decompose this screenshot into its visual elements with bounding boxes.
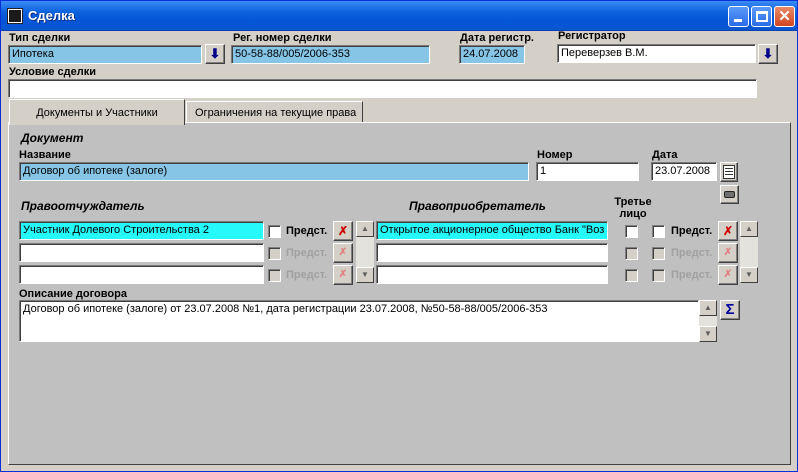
calendar-icon: [723, 165, 735, 179]
maximize-icon: [756, 11, 768, 22]
alienator-field-3[interactable]: [19, 265, 264, 284]
registrar-field[interactable]: Переверзев В.М.: [557, 44, 756, 63]
reg-number-label: Рег. номер сделки: [233, 32, 332, 44]
acquirer-representative-label-3: Предст.: [671, 269, 713, 281]
remove-icon: ✗: [723, 247, 733, 258]
doc-number-field[interactable]: 1: [536, 162, 639, 181]
description-field[interactable]: Договор об ипотеке (залоге) от 23.07.200…: [19, 300, 699, 342]
scroll-up-icon[interactable]: ▲: [356, 221, 374, 237]
alienator-field-1[interactable]: Участник Долевого Строительства 2: [19, 221, 264, 240]
minimize-button[interactable]: [728, 6, 749, 27]
close-icon: ✕: [778, 8, 791, 25]
doc-name-field[interactable]: Договор об ипотеке (залоге): [19, 162, 529, 181]
sum-button[interactable]: Σ: [720, 300, 740, 320]
acquirer-representative-checkbox-1[interactable]: [652, 225, 665, 238]
acquirer-scrollbar[interactable]: ▲ ▼: [740, 221, 758, 283]
alienator-field-2[interactable]: [19, 243, 264, 262]
acquirer-representative-checkbox-3[interactable]: [652, 269, 665, 282]
remove-icon: ✗: [723, 269, 733, 280]
download-arrow-icon: ⬇: [209, 46, 221, 61]
remove-icon: ✗: [338, 247, 348, 258]
title-bar[interactable]: Сделка ✕: [1, 1, 797, 31]
doc-date-label: Дата: [652, 149, 678, 161]
acquirer-field-3[interactable]: [376, 265, 608, 284]
deal-window: Сделка ✕ Тип сделки Ипотека ⬇ Рег. номер…: [0, 0, 798, 472]
tab-panel: Документ Название Договор об ипотеке (за…: [8, 122, 791, 465]
scroll-up-icon[interactable]: ▲: [740, 221, 758, 237]
scroll-down-icon[interactable]: ▼: [740, 267, 758, 283]
registrar-dropdown-button[interactable]: ⬇: [758, 44, 778, 64]
acquirer-remove-button-3[interactable]: ✗: [718, 265, 738, 285]
remove-icon: ✗: [337, 224, 349, 238]
maximize-button[interactable]: [751, 6, 772, 27]
reg-number-field[interactable]: 50-58-88/005/2006-353: [231, 45, 430, 64]
description-scrollbar[interactable]: ▲ ▼: [699, 300, 717, 342]
alienator-representative-checkbox-3[interactable]: [268, 269, 281, 282]
deal-type-label: Тип сделки: [9, 32, 71, 44]
registrar-label: Регистратор: [558, 30, 626, 42]
document-section-label: Документ: [21, 131, 84, 145]
third-party-label: Третье лицо: [614, 196, 652, 220]
deal-type-dropdown-button[interactable]: ⬇: [205, 44, 225, 64]
minimize-icon: [734, 19, 742, 22]
third-party-checkbox-3[interactable]: [625, 269, 638, 282]
acquirer-representative-label-1: Предст.: [671, 225, 713, 237]
alienator-representative-label-1: Предст.: [286, 225, 328, 237]
alienator-label: Правоотчуждатель: [21, 199, 145, 213]
remove-icon: ✗: [722, 224, 734, 238]
app-icon: [7, 8, 23, 24]
doc-date-field[interactable]: 23.07.2008: [651, 162, 717, 181]
alienator-representative-label-3: Предст.: [286, 269, 328, 281]
reg-date-field[interactable]: 24.07.2008: [459, 45, 525, 64]
alienator-remove-button-2[interactable]: ✗: [333, 243, 353, 263]
deal-type-field[interactable]: Ипотека: [8, 45, 202, 64]
acquirer-label: Правоприобретатель: [409, 199, 546, 213]
alienator-scrollbar[interactable]: ▲ ▼: [356, 221, 374, 283]
acquirer-representative-label-2: Предст.: [671, 247, 713, 259]
doc-name-label: Название: [19, 149, 71, 161]
acquirer-field-2[interactable]: [376, 243, 608, 262]
description-label: Описание договора: [19, 288, 127, 300]
tab-documents-participants[interactable]: Документы и Участники: [9, 99, 185, 125]
alienator-representative-label-2: Предст.: [286, 247, 328, 259]
close-button[interactable]: ✕: [774, 6, 795, 27]
reg-date-label: Дата регистр.: [460, 32, 534, 44]
alienator-representative-checkbox-1[interactable]: [268, 225, 281, 238]
condition-field[interactable]: [8, 79, 757, 98]
sigma-icon: Σ: [725, 301, 735, 318]
scroll-down-icon[interactable]: ▼: [699, 326, 717, 342]
stamp-icon: [724, 191, 735, 198]
alienator-representative-checkbox-2[interactable]: [268, 247, 281, 260]
acquirer-remove-button-2[interactable]: ✗: [718, 243, 738, 263]
scroll-down-icon[interactable]: ▼: [356, 267, 374, 283]
download-arrow-icon: ⬇: [762, 46, 774, 61]
calendar-button[interactable]: [720, 162, 738, 182]
condition-label: Условие сделки: [9, 66, 97, 78]
scroll-up-icon[interactable]: ▲: [699, 300, 717, 316]
alienator-remove-button-3[interactable]: ✗: [333, 265, 353, 285]
acquirer-field-1[interactable]: Открытое акционерное общество Банк "Воз: [376, 221, 608, 240]
third-party-checkbox-2[interactable]: [625, 247, 638, 260]
stamp-button[interactable]: [720, 185, 739, 204]
remove-icon: ✗: [338, 269, 348, 280]
window-title: Сделка: [28, 8, 75, 23]
doc-number-label: Номер: [537, 149, 573, 161]
third-party-checkbox-1[interactable]: [625, 225, 638, 238]
alienator-remove-button-1[interactable]: ✗: [333, 221, 353, 241]
acquirer-remove-button-1[interactable]: ✗: [718, 221, 738, 241]
acquirer-representative-checkbox-2[interactable]: [652, 247, 665, 260]
